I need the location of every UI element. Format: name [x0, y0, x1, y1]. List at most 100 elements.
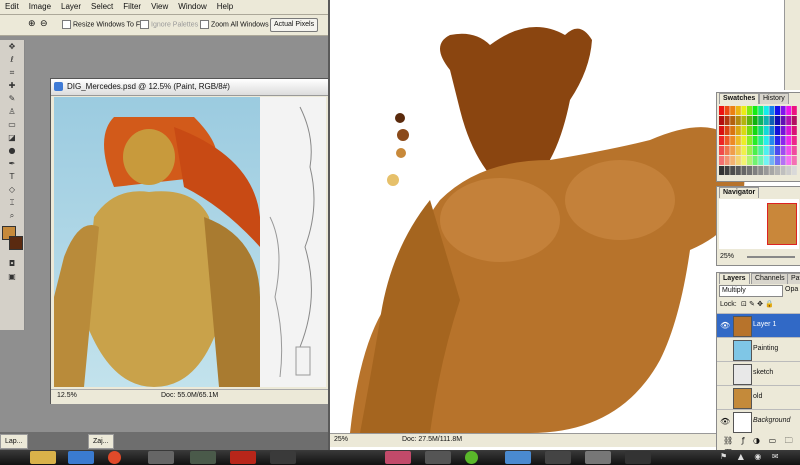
brush-tool-icon[interactable]: ✎	[2, 93, 22, 105]
type-tool-icon[interactable]: T	[2, 171, 22, 183]
quickmask-icon[interactable]: ◘	[2, 258, 22, 270]
swatch-cell[interactable]	[741, 116, 747, 125]
swatch-cell[interactable]	[752, 166, 758, 175]
swatch-cell[interactable]	[730, 136, 736, 145]
swatch-cell[interactable]	[747, 156, 752, 165]
swatch-cell[interactable]	[741, 136, 747, 145]
swatch-cell[interactable]	[730, 166, 736, 175]
app-icon[interactable]	[148, 451, 174, 464]
swatch-cell[interactable]	[791, 116, 797, 125]
swatch-cell[interactable]	[752, 106, 758, 115]
swatch-cell[interactable]	[747, 166, 752, 175]
sketch-canvas[interactable]	[260, 97, 326, 387]
swatch-cell[interactable]	[786, 126, 792, 135]
stamp-tool-icon[interactable]: ♙	[2, 106, 22, 118]
swatch-cell[interactable]	[758, 156, 764, 165]
swatch-cell[interactable]	[747, 126, 752, 135]
swatch-cell[interactable]	[752, 116, 758, 125]
swatch-cell[interactable]	[724, 106, 730, 115]
bucket-tool-icon[interactable]: ◪	[2, 132, 22, 144]
swatch-cell[interactable]	[724, 126, 730, 135]
swatch-cell[interactable]	[769, 136, 775, 145]
swatch-cell[interactable]	[769, 126, 775, 135]
swatch-cell[interactable]	[791, 146, 797, 155]
dodge-tool-icon[interactable]: ●	[2, 145, 22, 157]
eye-icon[interactable]: 👁	[720, 418, 730, 426]
folder-icon[interactable]	[30, 451, 56, 464]
swatch-cell[interactable]	[780, 166, 786, 175]
zoom-out-icon[interactable]: ⊖	[40, 19, 48, 29]
swatch-cell[interactable]	[741, 106, 747, 115]
menu-edit[interactable]: Edit	[0, 0, 24, 13]
app-icon[interactable]	[545, 451, 571, 464]
vertical-scrollbar[interactable]	[784, 0, 800, 90]
swatch-cell[interactable]	[758, 166, 764, 175]
layer-row[interactable]: 👁 Layer 1	[717, 313, 800, 338]
swatch-cell[interactable]	[791, 136, 797, 145]
swatch-cell[interactable]	[763, 126, 769, 135]
zoom-tool-icon[interactable]: ⌕	[2, 210, 22, 222]
swatch-cell[interactable]	[730, 106, 736, 115]
swatch-cell[interactable]	[719, 136, 724, 145]
tab-history[interactable]: History	[759, 93, 789, 104]
minimized-window-lap[interactable]: Lap...	[0, 434, 28, 449]
lock-icon[interactable]: ⊡ ✎ ✥ 🔒	[741, 300, 774, 308]
swatch-cell[interactable]	[763, 136, 769, 145]
tab-paths[interactable]: Paths	[787, 273, 800, 284]
menu-window[interactable]: Window	[173, 0, 211, 13]
swatch-cell[interactable]	[719, 106, 724, 115]
menu-image[interactable]: Image	[24, 0, 56, 13]
swatch-cell[interactable]	[741, 126, 747, 135]
swatch-cell[interactable]	[786, 166, 792, 175]
system-tray[interactable]: ⚑ ▲ ◉ ✉	[720, 452, 783, 461]
swatch-cell[interactable]	[758, 136, 764, 145]
swatch-cell[interactable]	[741, 146, 747, 155]
app-icon[interactable]	[585, 451, 611, 464]
document-canvas[interactable]	[54, 97, 260, 387]
tab-swatches[interactable]: Swatches	[719, 93, 760, 104]
swatch-cell[interactable]	[786, 116, 792, 125]
swatch-cell[interactable]	[724, 116, 730, 125]
ignore-palettes-checkbox[interactable]	[140, 20, 149, 29]
app-icon[interactable]	[425, 451, 451, 464]
menu-filter[interactable]: Filter	[118, 0, 146, 13]
swatch-cell[interactable]	[786, 106, 792, 115]
layer-row[interactable]: sketch	[717, 361, 800, 386]
screen-mode-icon[interactable]: ▣	[2, 271, 22, 283]
swatch-cell[interactable]	[775, 126, 780, 135]
navigator-preview[interactable]	[719, 199, 799, 249]
swatch-cell[interactable]	[763, 116, 769, 125]
actual-pixels-button[interactable]: Actual Pixels	[270, 18, 319, 32]
zoom-all-checkbox[interactable]	[200, 20, 209, 29]
zoom-all-option[interactable]: Zoom All Windows	[200, 20, 269, 29]
swatch-cell[interactable]	[791, 156, 797, 165]
crop-tool-icon[interactable]: ⌗	[2, 67, 22, 79]
swatch-cell[interactable]	[775, 136, 780, 145]
swatch-cell[interactable]	[769, 156, 775, 165]
swatch-cell[interactable]	[758, 106, 764, 115]
swatch-cell[interactable]	[791, 166, 797, 175]
swatch-cell[interactable]	[747, 146, 752, 155]
swatch-cell[interactable]	[741, 156, 747, 165]
swatch-cell[interactable]	[747, 136, 752, 145]
swatch-cell[interactable]	[763, 106, 769, 115]
swatch-cell[interactable]	[780, 156, 786, 165]
swatch-cell[interactable]	[780, 106, 786, 115]
swatch-cell[interactable]	[735, 126, 741, 135]
swatch-cell[interactable]	[780, 116, 786, 125]
swatch-cell[interactable]	[735, 156, 741, 165]
swatch-cell[interactable]	[758, 146, 764, 155]
swatch-cell[interactable]	[769, 116, 775, 125]
swatch-cell[interactable]	[775, 156, 780, 165]
move-tool-icon[interactable]: ✥	[2, 41, 22, 53]
swatch-cell[interactable]	[780, 126, 786, 135]
eye-icon[interactable]: 👁	[720, 322, 730, 330]
swatch-cell[interactable]	[719, 156, 724, 165]
swatch-grid[interactable]	[719, 106, 799, 178]
swatch-cell[interactable]	[719, 126, 724, 135]
swatch-cell[interactable]	[735, 106, 741, 115]
swatch-cell[interactable]	[791, 106, 797, 115]
shape-tool-icon[interactable]: ◇	[2, 184, 22, 196]
lasso-tool-icon[interactable]: ℓ	[2, 54, 22, 66]
swatch-cell[interactable]	[763, 166, 769, 175]
